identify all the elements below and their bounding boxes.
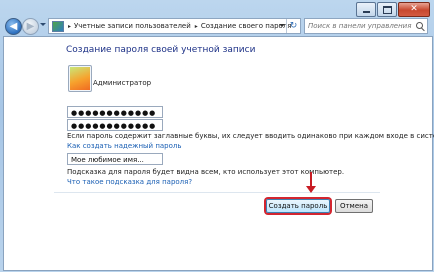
breadcrumb-create-password[interactable]: Создание своего пароля [201, 22, 292, 30]
address-dropdown-icon[interactable] [279, 24, 285, 27]
maximize-button[interactable] [377, 2, 397, 17]
password-hint-field[interactable]: Мое любимое имя... [67, 153, 163, 165]
maximize-icon [382, 5, 392, 14]
user-picture-icon [70, 67, 90, 90]
confirm-password-field[interactable]: ●●●●●●●●●●●● [67, 119, 163, 131]
address-bar[interactable]: ▸ Учетные записи пользователей ▸ Создани… [48, 18, 301, 34]
control-panel-icon [52, 20, 64, 32]
cancel-button[interactable]: Отмена [335, 199, 373, 213]
user-role: Администратор [93, 79, 152, 87]
back-arrow-icon: ◀ [9, 20, 18, 32]
strong-password-link[interactable]: Как создать надежный пароль [67, 142, 182, 150]
close-icon: ✕ [410, 4, 418, 14]
case-sensitivity-note: Если пароль содержит заглавные буквы, их… [67, 132, 434, 140]
window: ✕ ◀ ▶ ▸ Учетные записи пользователей ▸ С… [0, 0, 434, 272]
window-caption-buttons: ✕ [355, 2, 430, 17]
search-icon[interactable] [416, 22, 423, 29]
navigation-bar: ◀ ▶ ▸ Учетные записи пользователей ▸ Соз… [3, 17, 431, 35]
hint-visibility-note: Подсказка для пароля будет видна всем, к… [67, 168, 345, 176]
search-input[interactable] [305, 22, 413, 30]
refresh-button[interactable]: ↻ [286, 19, 300, 33]
refresh-icon: ↻ [289, 21, 298, 31]
close-button[interactable]: ✕ [398, 2, 430, 17]
red-arrow-head-icon [306, 186, 316, 193]
avatar [68, 65, 92, 92]
recent-pages-dropdown[interactable] [40, 23, 46, 26]
breadcrumb-separator-icon: ▸ [68, 22, 72, 30]
divider [54, 192, 380, 193]
forward-arrow-icon: ▶ [26, 20, 35, 32]
breadcrumb-separator-icon: ▸ [194, 22, 198, 30]
create-password-button[interactable]: Создать пароль [266, 199, 330, 213]
minimize-button[interactable] [356, 2, 376, 17]
forward-button[interactable]: ▶ [22, 18, 39, 35]
minimize-icon [362, 11, 370, 13]
search-box[interactable] [304, 18, 428, 34]
content-pane: Создание пароля своей учетной записи Адм… [3, 36, 434, 271]
breadcrumb-user-accounts[interactable]: Учетные записи пользователей [74, 22, 191, 30]
page-title: Создание пароля своей учетной записи [66, 45, 256, 55]
password-hint-help-link[interactable]: Что такое подсказка для пароля? [67, 178, 192, 186]
back-button[interactable]: ◀ [5, 18, 22, 35]
new-password-field[interactable]: ●●●●●●●●●●●● [67, 106, 163, 118]
